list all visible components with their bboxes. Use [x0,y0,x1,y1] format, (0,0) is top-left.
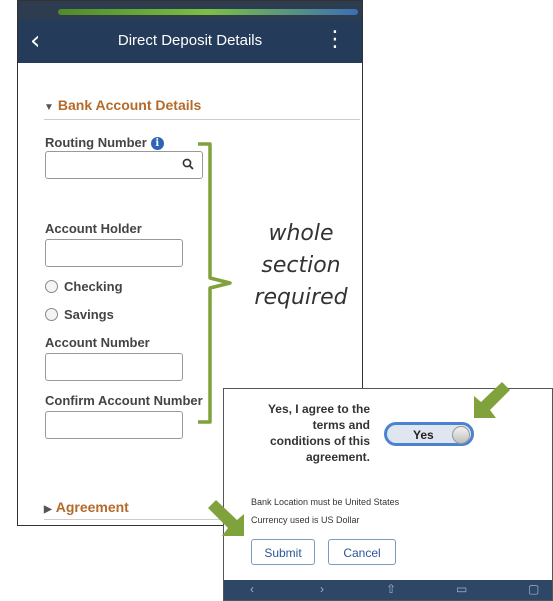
annotation-line: section [261,253,341,278]
radio-circle-icon[interactable] [45,308,58,321]
annotation-line: whole [268,221,334,246]
savings-radio[interactable]: Savings [45,307,114,322]
submit-button[interactable]: Submit [251,539,315,565]
required-annotation: whole section required [253,218,349,314]
annotation-line: required [254,285,348,310]
page-title: Direct Deposit Details [117,32,263,49]
section-divider [44,119,360,120]
agree-line: terms and [312,418,370,432]
bracket-annotation [198,142,232,424]
routing-number-label: Routing Number i [45,135,164,150]
agreement-section-title: Agreement [55,499,129,515]
forward-arrow-icon[interactable]: › [320,582,324,596]
search-icon[interactable] [182,158,194,170]
routing-number-input[interactable] [45,151,203,179]
browser-toolbar: ‹ › ⇧ ▭ ▢ [224,580,552,600]
toggle-knob[interactable] [452,426,470,444]
agree-toggle[interactable]: Yes [384,422,474,446]
currency-note: Currency used is US Dollar [251,515,360,525]
account-number-input[interactable] [45,353,183,381]
agree-terms-label: Yes, I agree to the terms and conditions… [248,401,370,465]
confirm-account-number-label: Confirm Account Number [45,393,203,408]
arrow-pointer-icon [208,500,244,536]
account-holder-label: Account Holder [45,221,142,236]
bank-location-note: Bank Location must be United States [251,497,400,507]
account-number-label: Account Number [45,335,150,350]
back-arrow-icon[interactable]: ‹ [250,582,254,596]
caret-right-icon: ▶ [44,504,52,515]
cancel-button[interactable]: Cancel [328,539,396,565]
bank-account-section-header[interactable]: ▼ Bank Account Details [44,97,201,113]
checking-radio[interactable]: Checking [45,279,123,294]
share-icon[interactable]: ⇧ [386,582,396,596]
account-holder-input[interactable] [45,239,183,267]
caret-down-icon: ▼ [44,102,54,113]
routing-number-label-text: Routing Number [45,135,147,150]
info-icon[interactable]: i [150,137,164,150]
bookmarks-icon[interactable]: ▭ [456,582,467,596]
status-bar [18,1,362,19]
arrow-pointer-icon [474,382,510,418]
savings-label: Savings [64,307,114,322]
status-progress [58,9,358,15]
tabs-icon[interactable]: ▢ [528,582,539,596]
agree-line: Yes, I agree to the [267,402,370,416]
agree-line: conditions of this [270,434,370,448]
vertical-ellipsis-icon[interactable]: ⋮ [324,29,346,51]
confirm-account-number-input[interactable] [45,411,183,439]
toggle-label: Yes [413,428,434,442]
agree-line: agreement. [305,450,370,464]
nav-bar: ‹ Direct Deposit Details ⋮ [18,19,362,63]
agreement-section-header[interactable]: ▶ Agreement [44,499,129,515]
bank-account-section-title: Bank Account Details [57,97,202,113]
radio-circle-icon[interactable] [45,280,58,293]
checking-label: Checking [64,279,123,294]
